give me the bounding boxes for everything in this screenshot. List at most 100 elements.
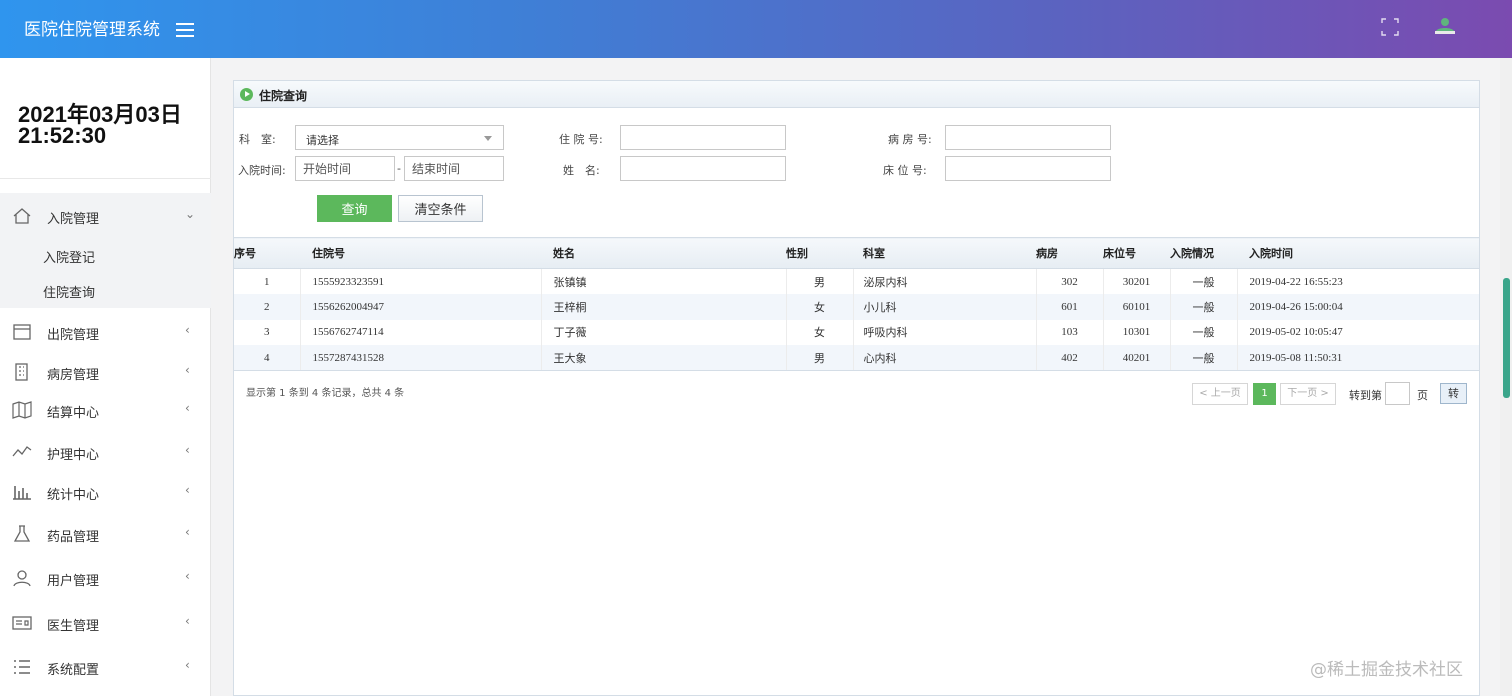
ward-number-label: 病 房 号: [888,133,932,146]
menu-item-system-config[interactable]: 系统配置 ‹ [0,648,211,686]
bed-number-label: 床 位 号: [883,164,927,177]
chevron-left-icon: ‹ [185,525,190,539]
name-label: 姓 名: [563,164,600,177]
table-row[interactable]: 4 1557287431528 王大象 男 心内科 402 40201 一般 2… [234,345,1479,371]
map-icon [12,401,32,419]
page-scrollbar[interactable] [1500,58,1512,696]
clear-conditions-button[interactable]: 清空条件 [398,195,483,222]
building-icon [15,363,28,381]
menu-item-settlement[interactable]: 结算中心 ‹ [0,391,211,429]
cell-admission-time: 2019-05-02 10:05:47 [1237,319,1479,345]
cell-department: 心内科 [853,345,1037,371]
column-header[interactable]: 病房 [1036,237,1103,269]
app-title: 医院住院管理系统 [24,20,160,40]
column-header[interactable]: 序号 [234,237,300,269]
cell-condition: 一般 [1170,268,1238,294]
table-row[interactable]: 1 1555923323591 张镇镇 男 泌尿内科 302 30201 一般 … [234,268,1479,294]
menu-toggle-icon[interactable] [176,23,194,37]
menu-item-admission[interactable]: 入院管理 ⌄ [0,197,211,235]
cell-department: 呼吸内科 [853,319,1037,345]
chevron-left-icon: ‹ [185,614,190,628]
chevron-left-icon: ‹ [185,363,190,377]
scrollbar-thumb[interactable] [1503,278,1510,398]
menu-label: 用户管理 [47,574,100,589]
cell-index: 1 [234,268,301,294]
table-row[interactable]: 2 1556262004947 王梓桐 女 小儿科 601 60101 一般 2… [234,294,1479,320]
cell-bed: 60101 [1103,294,1171,320]
menu-label: 结算中心 [47,406,100,421]
range-separator: - [397,162,401,175]
home-icon [13,208,31,224]
end-time-input[interactable] [404,156,504,181]
fullscreen-icon[interactable] [1381,18,1399,36]
user-avatar-icon[interactable] [1432,13,1458,39]
chevron-left-icon: ‹ [185,483,190,497]
current-date: 2021年03月03日 [18,102,182,127]
cell-condition: 一般 [1170,319,1238,345]
caret-down-icon [484,136,492,141]
user-icon [13,570,31,587]
chevron-left-icon: ‹ [185,323,190,337]
pagination-info: 显示第 1 条到 4 条记录，总共 4 条 [246,388,405,399]
cell-condition: 一般 [1170,294,1238,320]
menu-label: 入院管理 [47,212,100,227]
query-button[interactable]: 查询 [317,195,392,222]
cell-department: 小儿科 [853,294,1037,320]
menu-item-ward[interactable]: 病房管理 ‹ [0,353,211,391]
goto-page-input[interactable] [1385,382,1410,405]
menu-item-statistics[interactable]: 统计中心 ‹ [0,473,211,511]
department-selected-value: 请选择 [306,134,339,147]
play-circle-icon [240,88,253,101]
column-header[interactable]: 床位号 [1103,237,1170,269]
menu-item-nursing[interactable]: 护理中心 ‹ [0,433,211,471]
prev-page-button[interactable]: < 上一页 [1192,383,1248,405]
menu-item-users[interactable]: 用户管理 ‹ [0,559,211,597]
column-header[interactable]: 入院情况 [1170,237,1237,269]
page-1-button[interactable]: 1 [1253,383,1276,405]
menu-label: 药品管理 [47,530,100,545]
watermark: @稀土掘金技术社区 [1310,660,1463,680]
submenu-label: 入院登记 [43,251,96,266]
goto-page-button[interactable]: 转 [1440,383,1467,404]
start-time-input[interactable] [295,156,395,181]
cell-name: 张镇镇 [541,268,787,294]
inpatient-query-panel: 住院查询 科 室: 请选择 住 院 号: 病 房 号: 入院时间: - 姓 名:… [233,80,1480,696]
top-bar: 医院住院管理系统 [0,0,1512,58]
menu-label: 系统配置 [47,663,100,678]
column-header[interactable]: 科室 [853,237,1036,269]
column-header[interactable]: 性别 [786,237,853,269]
cell-department: 泌尿内科 [853,268,1037,294]
page-unit-label: 页 [1417,389,1428,402]
sidebar-item-inpatient-query[interactable]: 住院查询 [0,274,211,306]
sidebar-item-admission-register[interactable]: 入院登记 [0,239,211,271]
menu-item-pharmacy[interactable]: 药品管理 ‹ [0,515,211,553]
department-select[interactable]: 请选择 [295,125,504,150]
current-datetime: 2021年03月03日 21:52:30 [18,102,182,147]
column-header[interactable]: 入院时间 [1237,237,1479,269]
admission-time-label: 入院时间: [238,164,286,177]
cell-gender: 男 [786,345,854,371]
cell-index: 2 [234,294,301,320]
bar-chart-icon [13,486,31,500]
menu-item-doctors[interactable]: 医生管理 ‹ [0,604,211,642]
table-header-row: 序号 住院号 姓名 性别 科室 病房 床位号 入院情况 入院时间 [234,237,1479,269]
ward-number-input[interactable] [945,125,1111,150]
name-input[interactable] [620,156,786,181]
submenu-label: 住院查询 [43,286,96,301]
column-header[interactable]: 姓名 [541,237,786,269]
column-header[interactable]: 住院号 [300,237,541,269]
window-icon [13,324,31,340]
sidebar: 2021年03月03日 21:52:30 入院管理 ⌄ 入院登记 住院查询 出院… [0,58,211,696]
cell-admission-time: 2019-05-08 11:50:31 [1237,345,1479,371]
goto-page-label: 转到第 [1349,389,1382,402]
chevron-left-icon: ‹ [185,569,190,583]
chevron-down-icon: ⌄ [185,207,196,221]
menu-label: 医生管理 [47,619,100,634]
chevron-left-icon: ‹ [185,443,190,457]
next-page-button[interactable]: 下一页 > [1280,383,1336,405]
admission-number-input[interactable] [620,125,786,150]
cell-gender: 男 [786,268,854,294]
menu-item-discharge[interactable]: 出院管理 ‹ [0,313,211,351]
bed-number-input[interactable] [945,156,1111,181]
table-row[interactable]: 3 1556762747114 丁子薇 女 呼吸内科 103 10301 一般 … [234,319,1479,345]
